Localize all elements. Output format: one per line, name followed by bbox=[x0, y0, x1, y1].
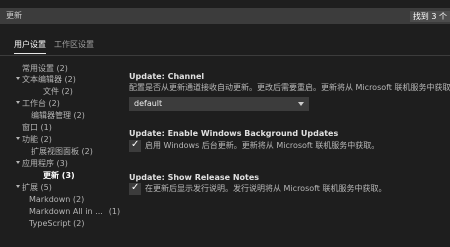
windows-background-updates-checkbox[interactable]: ✓ bbox=[129, 139, 141, 152]
toc-item-features[interactable]: 功能 (2) bbox=[16, 134, 52, 145]
tabs-divider bbox=[0, 55, 450, 56]
setting-title-windows-background-updates: Update: Enable Windows Background Update… bbox=[129, 129, 339, 138]
toc-item-extensions[interactable]: 扩展 (5) bbox=[16, 182, 52, 193]
toc-label: 更新 (3) bbox=[43, 171, 75, 180]
chevron-down-icon bbox=[16, 101, 20, 104]
chevron-down-icon bbox=[16, 77, 20, 80]
chevron-down-icon bbox=[16, 161, 20, 164]
tab-workspace-settings[interactable]: 工作区设置 bbox=[54, 38, 94, 52]
toc-count: (1) bbox=[108, 207, 121, 216]
checkbox-label: 在更新后显示发行说明。发行说明将从 Microsoft 联机服务中获取。 bbox=[145, 184, 387, 193]
toc-label: 应用程序 (3) bbox=[22, 159, 68, 168]
toc-label: TypeScript (2) bbox=[29, 219, 85, 228]
settings-search-bar[interactable]: 更新 找到 3 个 bbox=[0, 8, 450, 24]
toc-item-text-editor[interactable]: 文本编辑器 (2) bbox=[16, 74, 76, 85]
toc-item-commonly-used[interactable]: 常用设置 (2) bbox=[22, 63, 68, 74]
setting-row-show-release-notes: ✓ 在更新后显示发行说明。发行说明将从 Microsoft 联机服务中获取。 bbox=[129, 182, 429, 195]
toc-item-extensions-view[interactable]: 扩展视图面板 (2) bbox=[31, 146, 93, 157]
toc-item-markdown[interactable]: Markdown (2) bbox=[29, 194, 84, 205]
show-release-notes-checkbox[interactable]: ✓ bbox=[129, 182, 141, 195]
toc-item-application[interactable]: 应用程序 (3) bbox=[16, 158, 68, 169]
toc-label: Markdown (2) bbox=[29, 195, 85, 204]
toc-item-editor-management[interactable]: 编辑器管理 (2) bbox=[31, 110, 85, 121]
checkmark-icon: ✓ bbox=[131, 182, 140, 193]
toc-item-files[interactable]: 文件 (2) bbox=[43, 86, 73, 97]
toc-label: 编辑器管理 (2) bbox=[31, 111, 85, 120]
toc-label: 常用设置 (2) bbox=[22, 64, 68, 73]
toc-label: 扩展视图面板 (2) bbox=[31, 147, 93, 156]
setting-description-channel: 配置是否从更新通道接收自动更新。更改后需要重启。更新将从 Microsoft 联… bbox=[129, 83, 450, 92]
toc-item-workbench[interactable]: 工作台 (2) bbox=[16, 98, 60, 109]
toc-label: 功能 (2) bbox=[22, 135, 52, 144]
toc-label: 文件 (2) bbox=[43, 87, 73, 96]
toc-label: 扩展 (5) bbox=[22, 183, 52, 192]
tab-user-settings[interactable]: 用户设置 bbox=[14, 38, 46, 54]
chevron-down-icon bbox=[16, 185, 20, 188]
search-input[interactable]: 更新 bbox=[6, 10, 22, 22]
toc-label: 工作台 (2) bbox=[22, 99, 60, 108]
setting-title-show-release-notes: Update: Show Release Notes bbox=[129, 173, 260, 182]
toc-label: Markdown All in ... bbox=[29, 207, 103, 216]
setting-row-windows-background-updates: ✓ 启用 Windows 后台更新。更新将从 Microsoft 联机服务中获取… bbox=[129, 139, 429, 152]
setting-title-channel: Update: Channel bbox=[129, 72, 205, 81]
toc-label: 窗口 (1) bbox=[22, 123, 52, 132]
settings-tabs: 用户设置 工作区设置 bbox=[0, 38, 450, 54]
checkmark-icon: ✓ bbox=[131, 139, 140, 150]
settings-editor: 更新 找到 3 个 用户设置 工作区设置 常用设置 (2) 文本编辑器 (2) … bbox=[0, 0, 450, 247]
select-value: default bbox=[134, 99, 163, 108]
toc-label: 文本编辑器 (2) bbox=[22, 75, 76, 84]
checkbox-label: 启用 Windows 后台更新。更新将从 Microsoft 联机服务中获取。 bbox=[145, 141, 380, 150]
update-channel-select[interactable]: default bbox=[129, 97, 309, 111]
toc-item-window[interactable]: 窗口 (1) bbox=[22, 122, 52, 133]
toc-item-typescript[interactable]: TypeScript (2) bbox=[29, 218, 84, 229]
chevron-down-icon bbox=[16, 137, 20, 140]
results-count-badge: 找到 3 个 bbox=[409, 11, 450, 22]
chevron-down-icon bbox=[298, 102, 304, 106]
toc-item-markdown-all-in-one[interactable]: Markdown All in ... (1) bbox=[29, 206, 120, 217]
toc-item-update[interactable]: 更新 (3) bbox=[43, 170, 75, 181]
